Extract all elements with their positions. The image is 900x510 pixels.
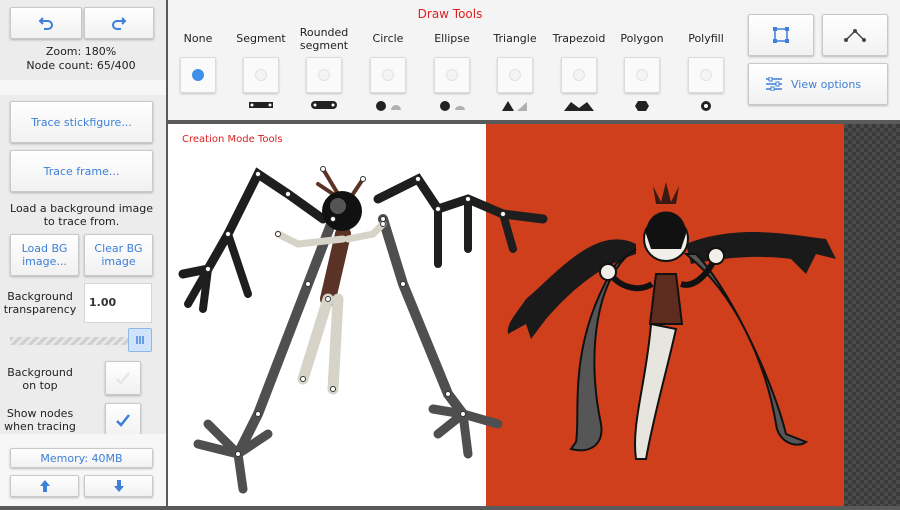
bg-transparency-field[interactable]: 1.00 [84,283,152,323]
bg-transparency-slider[interactable] [10,328,152,352]
checkmark-icon [116,372,130,385]
tool-radio-trapezoid[interactable] [561,57,597,93]
tool-radio-triangle[interactable] [497,57,533,93]
arrow-down-icon [113,480,124,492]
undo-icon [38,17,53,30]
clear-bg-button[interactable]: Clear BG image [84,234,153,276]
redo-button[interactable] [84,7,154,39]
radio-indicator [382,69,394,81]
drawing-canvas[interactable]: Creation Mode Tools [168,124,900,506]
tool-radio-polygon[interactable] [624,57,660,93]
tool-label-none: None [183,32,213,45]
view-options-button[interactable]: View options [748,63,888,105]
node-path-icon [844,29,866,42]
segment-icon [249,102,273,108]
radio-indicator [509,69,521,81]
select-box-icon [773,27,789,43]
radio-indicator [192,69,204,81]
trace-stickfigure-button[interactable]: Trace stickfigure... [10,101,153,143]
triangle-icon [502,101,527,111]
bg-on-top-checkbox[interactable] [105,361,141,395]
stick-figure[interactable] [168,124,900,506]
tool-radio-circle[interactable] [370,57,406,93]
radio-indicator [700,69,712,81]
tool-radio-none[interactable] [180,57,216,93]
tool-label-polygon: Polygon [620,32,664,45]
toolbar-title: Draw Tools [417,7,483,21]
load-bg-button[interactable]: Load BG image... [10,234,79,276]
node-path-button[interactable] [822,14,888,56]
load-bg-hint: Load a background image to trace from. [10,202,153,228]
arrow-up-icon [39,480,50,492]
grip-icon [136,336,144,344]
show-nodes-label: Show nodes when tracing [4,407,76,433]
tool-radio-ellipse[interactable] [434,57,470,93]
polyfill-icon [701,101,711,111]
view-options-label: View options [791,77,862,91]
radio-indicator [573,69,585,81]
trapezoid-icon [564,102,594,111]
tool-label-trapezoid: Trapezoid [552,32,606,45]
node-count-readout: Node count: 65/400 [26,59,136,72]
rounded-segment-icon [311,101,337,109]
checkmark-icon [116,414,130,427]
tool-radio-rounded-segment[interactable] [306,57,342,93]
radio-indicator [446,69,458,81]
redo-icon [112,17,127,30]
radio-indicator [636,69,648,81]
tool-label-polyfill: Polyfill [688,32,724,45]
memory-button[interactable]: Memory: 40MB [10,448,153,468]
show-nodes-checkbox[interactable] [105,403,141,437]
tool-label-circle: Circle [372,32,404,45]
tool-radio-polyfill[interactable] [688,57,724,93]
move-up-button[interactable] [10,475,79,497]
ellipse-icon [440,101,465,111]
select-box-button[interactable] [748,14,814,56]
draw-tools-toolbar: Draw Tools None Segment Rounded segment Cir… [168,0,900,120]
tool-label-triangle: Triangle [493,32,537,45]
tool-label-segment: Segment [236,32,286,45]
bg-transparency-label: Background transparency [3,290,77,316]
zoom-readout: Zoom: 180% [45,45,117,58]
tool-label-ellipse: Ellipse [434,32,470,45]
left-panel: Zoom: 180% Node count: 65/400 Trace stic… [0,0,166,506]
slider-handle[interactable] [128,328,152,352]
bg-on-top-label: Background on top [7,366,73,392]
circle-icon [376,101,401,111]
radio-indicator [255,69,267,81]
move-down-button[interactable] [84,475,153,497]
sliders-icon [766,77,782,91]
scroll-divider [0,80,166,95]
tool-radio-segment[interactable] [243,57,279,93]
radio-indicator [318,69,330,81]
undo-button[interactable] [10,7,82,39]
polygon-icon [635,101,649,111]
trace-frame-button[interactable]: Trace frame... [10,150,153,192]
tool-label-rounded-segment: Rounded segment [299,26,349,52]
